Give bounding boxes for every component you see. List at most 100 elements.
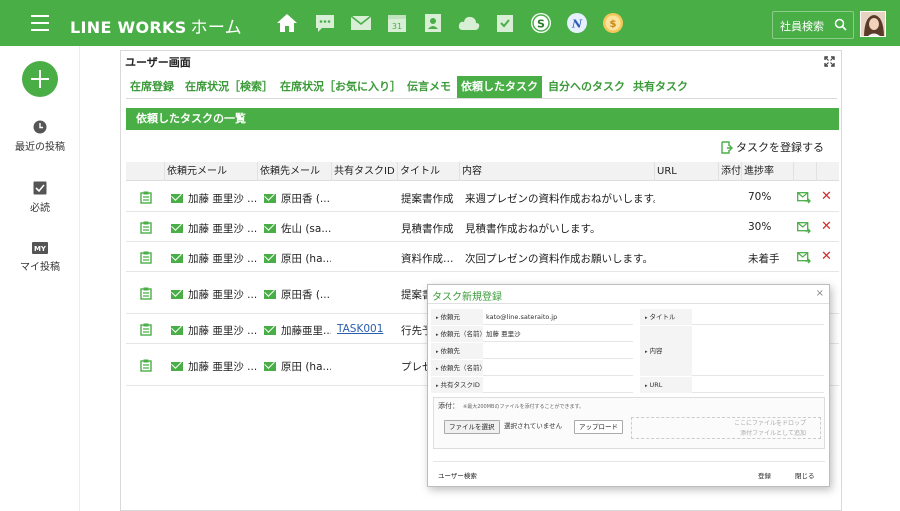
col-action-1 [793,162,816,181]
table-row[interactable]: 加藤 亜里沙 ... 佐山 (sa... 見積書作成 見積書作成おねがいします。 30%… [126,212,839,242]
mail-icon [264,254,276,263]
task-detail-icon[interactable] [140,323,152,336]
to-mail-cell: 原田香 (... [264,287,331,302]
upload-button[interactable]: アップロード [574,420,623,434]
menu-icon[interactable] [31,15,49,31]
to-field[interactable] [483,343,633,359]
nav-my-posts[interactable]: MY マイ投稿 [0,242,80,273]
task-detail-icon[interactable] [140,287,152,300]
to-mail-cell: 原田 (ha... [264,251,331,266]
tab-message-memo[interactable]: 伝言メモ [403,76,455,98]
tab-presence-favorites[interactable]: 在席状況［お気に入り］ [276,76,405,98]
to-mail-text: 佐山 (sa... [281,223,331,235]
url-field[interactable] [692,377,824,393]
resend-mail-icon[interactable] [797,222,811,234]
tab-shared-tasks[interactable]: 共有タスク [629,76,692,98]
col-attach[interactable]: 添付 [718,162,741,181]
brand-title[interactable]: LINE WORKS ホーム [70,13,242,38]
left-nav: 最近の投稿 必読 MY マイ投稿 [0,46,80,511]
content-field[interactable] [692,326,824,376]
tab-requested-tasks[interactable]: 依頼したタスク [457,76,542,98]
from-mail-cell: 加藤 亜里沙 ... [171,251,257,266]
no-file-text: 選択されていません [504,422,563,430]
task-detail-icon[interactable] [140,221,152,234]
shared-task-id-label: 共有タスクID [431,377,483,393]
task-detail-icon[interactable] [140,359,152,372]
drive-icon[interactable] [457,11,481,35]
home-label: ホーム [190,18,242,38]
content-cell: 次回プレゼンの資料作成お願いします。 [465,253,653,265]
title-field[interactable] [692,309,824,325]
col-progress[interactable]: 進捗率 [741,162,793,181]
employee-search[interactable]: 社員検索 [772,11,854,39]
mail-icon [264,224,276,233]
col-to-mail[interactable]: 依頼先メール [257,162,331,181]
svg-text:N: N [571,18,583,31]
delete-icon[interactable]: ✕ [821,189,832,204]
to-name-field[interactable] [483,360,633,376]
user-search-button[interactable]: ユーザー検索 [438,470,477,480]
nav-my-posts-label: マイ投稿 [20,262,60,273]
attachment-area: 添付： ※最大200MBのファイルを添付することができます。 ファイルを選択 選択… [433,397,825,449]
mail-icon[interactable] [349,11,373,35]
home-icon[interactable] [275,11,299,35]
nav-must-read[interactable]: 必読 [0,181,80,214]
avatar[interactable] [860,11,886,37]
from-mail-text: 加藤 亜里沙 ... [188,325,257,337]
talk-icon[interactable] [313,11,337,35]
col-from-mail[interactable]: 依頼元メール [164,162,257,181]
from-name-label: 依頼元（名前） [431,326,486,342]
task-icon[interactable] [493,11,517,35]
task-detail-icon[interactable] [140,251,152,264]
task-detail-icon[interactable] [140,191,152,204]
svg-text:31: 31 [392,22,402,31]
register-button[interactable]: 登録 [758,470,771,480]
new-post-button[interactable] [22,61,58,97]
from-field[interactable]: kato@line.sateraito.jp [483,309,633,325]
drop-zone[interactable]: ここにファイルをドロップ 添付ファイルとして追加 [631,417,821,439]
nav-recent-posts[interactable]: 最近の投稿 [0,120,80,153]
app-n-icon[interactable]: N [565,11,589,35]
from-name-field[interactable]: 加藤 亜里沙 [483,326,633,342]
nav-recent-posts-label: 最近の投稿 [15,142,65,153]
from-mail-text: 加藤 亜里沙 ... [188,361,257,373]
shared-task-id-field[interactable] [483,377,633,393]
col-shared-task-id[interactable]: 共有タスクID [331,162,397,181]
tab-presence-search[interactable]: 在席状況［検索］ [181,76,277,98]
svg-text:MY: MY [34,245,47,253]
table-row[interactable]: 加藤 亜里沙 ... 原田香 (... 提案書作成 来週プレゼンの資料作成おねがいしま… [126,182,839,212]
drop-zone-line1: ここにファイルをドロップ [733,420,806,427]
to-mail-text: 原田 (ha... [281,361,331,373]
checkbox-icon [33,181,47,195]
col-content[interactable]: 内容 [459,162,654,181]
to-mail-cell: 原田香 (... [264,191,331,206]
title-cell: 資料作成… [401,253,454,265]
close-button[interactable]: 閉じる [795,470,815,480]
dialog-footer-divider [433,461,825,462]
choose-file-button[interactable]: ファイルを選択 [444,420,500,434]
app-s-icon[interactable]: S [529,11,553,35]
expand-icon[interactable] [824,56,835,67]
delete-icon[interactable]: ✕ [821,219,832,234]
dialog-close-icon[interactable]: × [816,288,824,299]
from-mail-cell: 加藤 亜里沙 ... [171,221,257,236]
table-row[interactable]: 加藤 亜里沙 ... 原田 (ha... 資料作成… 次回プレゼンの資料作成お願いしま… [126,242,839,272]
to-mail-text: 原田香 (... [281,193,330,205]
new-task-dialog: タスク新規登録 × 依頼元 kato@line.sateraito.jp 依頼元… [427,284,830,487]
calendar-icon[interactable]: 31 [385,11,409,35]
col-title[interactable]: タイトル [397,162,459,181]
shared-task-id-cell[interactable]: TASK001 [337,323,397,335]
tab-my-tasks[interactable]: 自分へのタスク [544,76,629,98]
svg-text:$: $ [610,19,617,30]
tab-presence-register[interactable]: 在席登録 [126,76,178,98]
register-task-button[interactable]: タスクを登録する [721,139,824,155]
contacts-icon[interactable] [421,11,445,35]
resend-mail-icon[interactable] [797,192,811,204]
search-icon[interactable] [834,18,847,31]
title-cell: 提案書作成 [401,193,454,205]
resend-mail-icon[interactable] [797,252,811,264]
to-mail-text: 原田 (ha... [281,253,331,265]
col-url[interactable]: URL [654,162,718,181]
app-coin-icon[interactable]: $ [601,11,625,35]
delete-icon[interactable]: ✕ [821,249,832,264]
